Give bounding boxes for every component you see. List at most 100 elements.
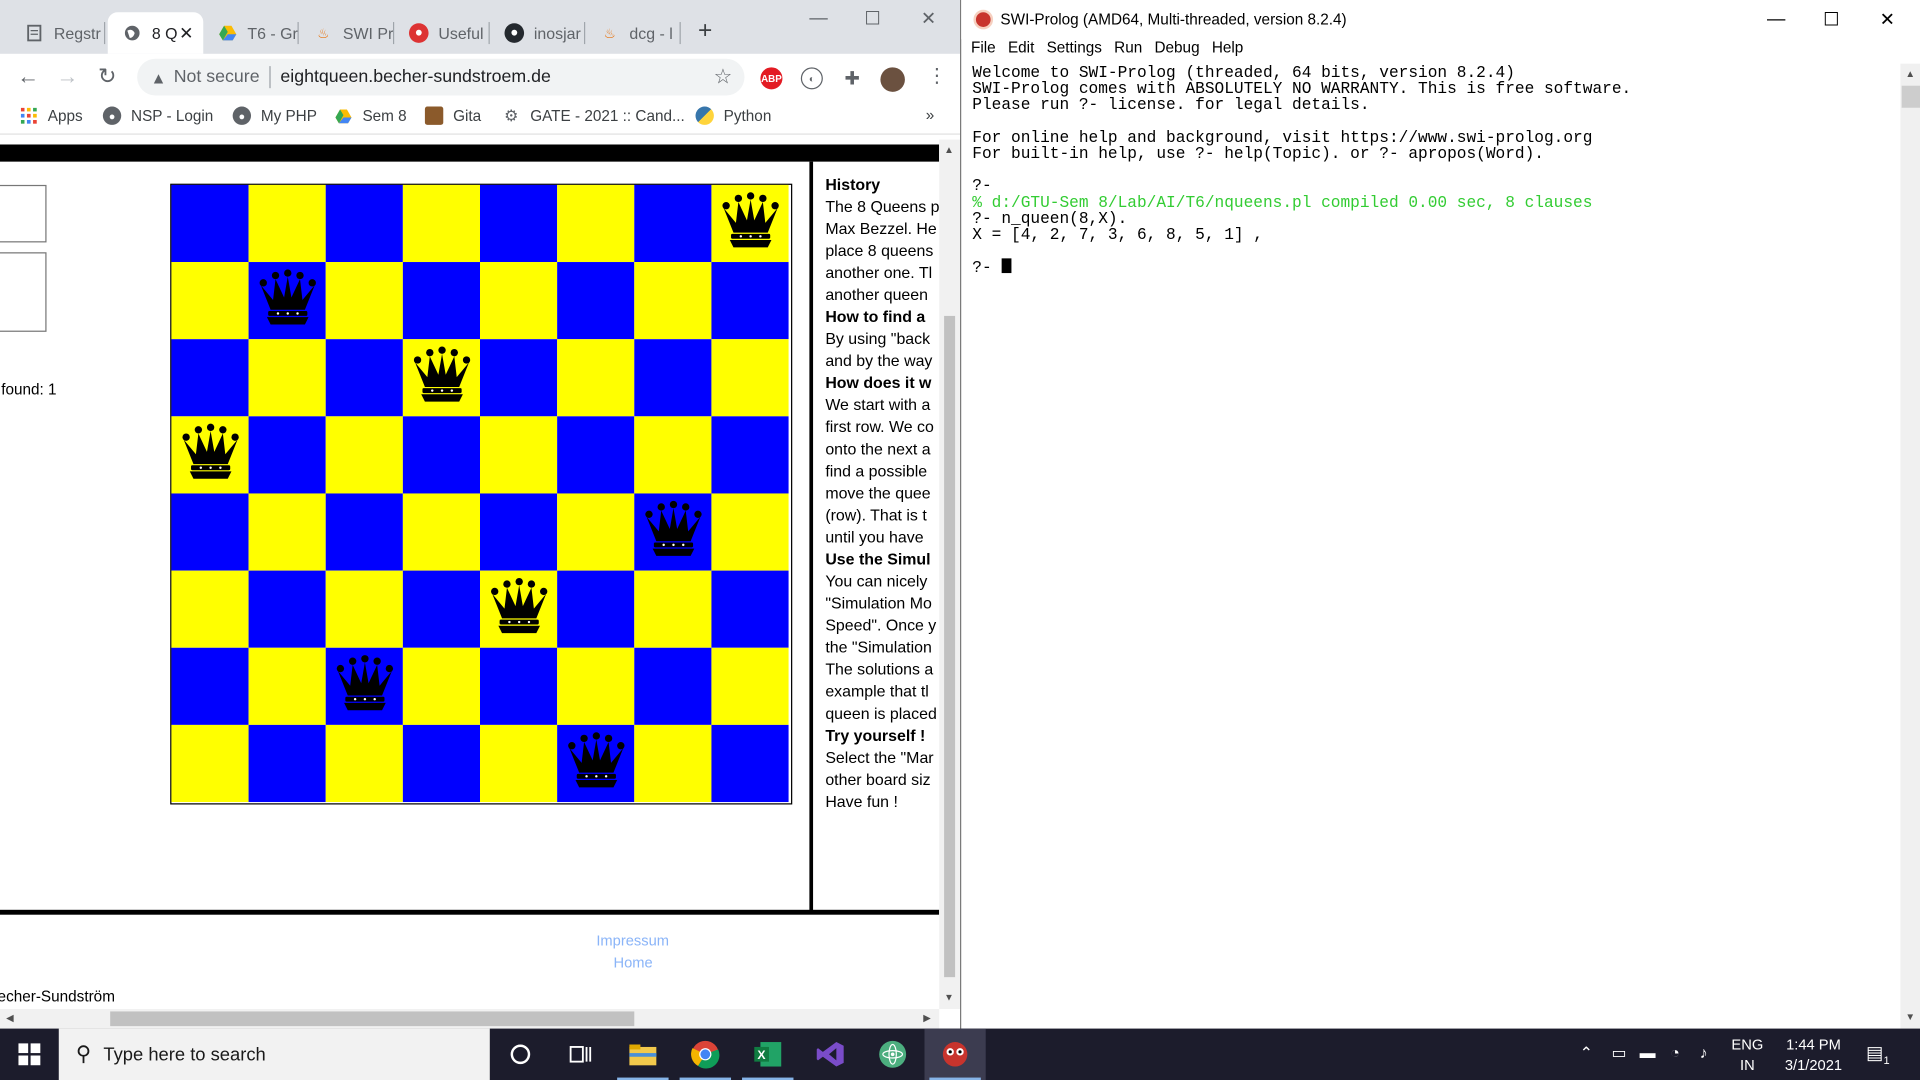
menu-debug[interactable]: Debug (1154, 39, 1199, 63)
close-tab-icon[interactable]: ✕ (179, 23, 193, 44)
board-cell[interactable] (480, 339, 558, 417)
board-cell[interactable] (402, 416, 481, 494)
control-box[interactable] (0, 252, 47, 332)
bookmark-nsp-login[interactable]: ● NSP - Login (102, 106, 213, 125)
bookmark-my-php[interactable]: ● My PHP (232, 106, 317, 125)
board-cell[interactable] (325, 493, 403, 571)
board-cell[interactable] (248, 339, 326, 417)
menu-file[interactable]: File (971, 39, 996, 63)
board-cell[interactable] (171, 184, 249, 263)
board-cell[interactable] (634, 416, 712, 494)
vertical-scrollbar[interactable]: ▲ ▼ (939, 139, 961, 1009)
board-cell[interactable] (325, 647, 403, 725)
menu-help[interactable]: Help (1212, 39, 1243, 63)
notification-icon[interactable]: ▤1 (1866, 1042, 1890, 1066)
board-cell[interactable] (480, 570, 558, 648)
bookmark-gita[interactable]: Gita (424, 106, 481, 125)
menu-dots-icon[interactable]: ⋮ (927, 64, 947, 88)
board-cell[interactable] (171, 416, 249, 494)
home-link[interactable]: Home (613, 954, 652, 971)
chevron-up-icon[interactable]: ⌃ (1580, 1043, 1593, 1063)
close-icon[interactable]: ✕ (921, 7, 936, 30)
adblock-icon[interactable]: ABP (760, 67, 783, 90)
board-cell[interactable] (171, 570, 249, 648)
board-cell[interactable] (480, 493, 558, 571)
impressum-link[interactable]: Impressum (596, 932, 669, 949)
board-cell[interactable] (557, 724, 635, 803)
back-icon[interactable]: ← (17, 64, 39, 90)
board-cell[interactable] (634, 339, 712, 417)
board-cell[interactable] (480, 416, 558, 494)
forward-icon[interactable]: → (56, 64, 78, 90)
board-cell[interactable] (634, 570, 712, 648)
board-cell[interactable] (248, 570, 326, 648)
chrome-icon[interactable] (675, 1029, 736, 1080)
board-cell[interactable] (634, 184, 712, 263)
board-cell[interactable] (402, 262, 481, 340)
windows-start-button[interactable] (0, 1029, 59, 1080)
atom-icon[interactable] (862, 1029, 923, 1080)
new-tab-button[interactable]: + (698, 17, 712, 45)
tab-dcg[interactable]: ♨ dcg - l (585, 12, 681, 54)
bookmark-python[interactable]: Python (695, 106, 771, 125)
board-cell[interactable] (557, 339, 635, 417)
bookmarks-overflow-button[interactable]: » (926, 107, 935, 124)
tab-regstr[interactable]: Regstr (10, 12, 106, 54)
board-cell[interactable] (325, 724, 403, 803)
board-cell[interactable] (557, 416, 635, 494)
scroll-thumb[interactable] (944, 315, 956, 978)
tab-github[interactable]: ● inosjar (490, 12, 586, 54)
board-cell[interactable] (248, 724, 326, 803)
board-cell[interactable] (402, 570, 481, 648)
board-cell[interactable] (171, 724, 249, 803)
board-cell[interactable] (248, 493, 326, 571)
board-cell[interactable] (248, 184, 326, 263)
board-cell[interactable] (325, 570, 403, 648)
language-indicator[interactable]: ENG IN (1729, 1035, 1766, 1077)
swi-prolog-taskbar-icon[interactable] (924, 1028, 986, 1080)
profile-avatar[interactable] (880, 67, 905, 92)
reload-icon[interactable]: ↻ (98, 64, 116, 90)
vertical-scrollbar[interactable]: ▲ ▼ (1900, 63, 1920, 1029)
board-cell[interactable] (325, 184, 403, 263)
board-cell[interactable] (171, 262, 249, 340)
tab-swi-pr[interactable]: ♨ SWI Pr (299, 12, 395, 54)
horizontal-scrollbar[interactable]: ◀ ▶ (0, 1008, 940, 1029)
board-cell[interactable] (480, 647, 558, 725)
board-cell[interactable] (402, 647, 481, 725)
board-cell[interactable] (634, 493, 712, 571)
board-cell[interactable] (171, 647, 249, 725)
security-label[interactable]: Not secure (174, 67, 260, 87)
board-cell[interactable] (402, 493, 481, 571)
minimize-icon[interactable]: — (1767, 9, 1785, 30)
board-cell[interactable] (557, 493, 635, 571)
board-cell[interactable] (171, 339, 249, 417)
volume-icon[interactable]: ♪ (1700, 1043, 1708, 1061)
board-cell[interactable] (402, 339, 481, 417)
bookmark-sem-8[interactable]: Sem 8 (334, 107, 407, 125)
board-cell[interactable] (711, 184, 789, 263)
control-box[interactable] (0, 184, 47, 243)
console-prompt-line[interactable]: ?- (972, 258, 1900, 276)
board-cell[interactable] (402, 184, 481, 263)
scroll-thumb[interactable] (1901, 85, 1920, 108)
board-cell[interactable] (325, 416, 403, 494)
menu-settings[interactable]: Settings (1047, 39, 1102, 63)
file-explorer-icon[interactable] (612, 1029, 673, 1080)
board-cell[interactable] (557, 262, 635, 340)
board-cell[interactable] (248, 416, 326, 494)
url-text[interactable]: eightqueen.becher-sundstroem.de (280, 67, 550, 87)
board-cell[interactable] (480, 724, 558, 803)
extensions-puzzle-icon[interactable]: ✚ (841, 67, 863, 90)
board-cell[interactable] (634, 724, 712, 803)
board-cell[interactable] (557, 184, 635, 263)
scroll-thumb[interactable] (110, 1011, 635, 1027)
excel-icon[interactable]: X (737, 1029, 798, 1080)
clock[interactable]: 1:44 PM 3/1/2021 (1776, 1035, 1852, 1077)
maximize-icon[interactable]: ☐ (864, 7, 880, 30)
board-cell[interactable] (248, 262, 326, 340)
board-cell[interactable] (480, 184, 558, 263)
tab-8-queens[interactable]: 8 Q ✕ (107, 12, 204, 54)
board-cell[interactable] (711, 647, 789, 725)
taskbar-search-box[interactable]: ⚲ Type here to search (58, 1028, 490, 1080)
